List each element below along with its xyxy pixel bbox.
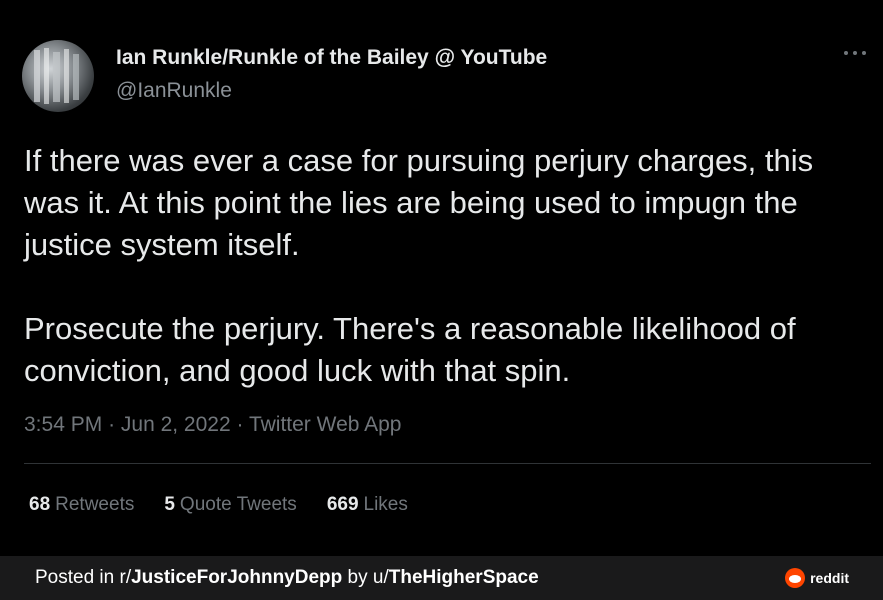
likes-stat[interactable]: 669 Likes: [327, 494, 408, 516]
retweets-count: 68: [29, 494, 51, 515]
posted-in-text: Posted in r/JusticeForJohnnyDepp by u/Th…: [35, 567, 539, 589]
avatar[interactable]: [22, 40, 94, 112]
reddit-brand[interactable]: reddit: [785, 568, 849, 588]
subreddit-link[interactable]: JusticeForJohnnyDepp: [131, 567, 342, 588]
tweet-time[interactable]: 3:54 PM: [24, 413, 102, 436]
tweet-paragraph-2: Prosecute the perjury. There's a reasona…: [24, 311, 796, 388]
user-link[interactable]: TheHigherSpace: [389, 567, 539, 588]
tweet-text: If there was ever a case for pursuing pe…: [24, 140, 864, 392]
quote-tweets-stat[interactable]: 5 Quote Tweets: [164, 494, 296, 516]
dot: [862, 51, 866, 55]
posted-in-prefix: Posted in r/: [35, 567, 132, 588]
tweet-source[interactable]: Twitter Web App: [249, 413, 402, 436]
quotes-label: Quote Tweets: [179, 494, 297, 515]
tweet-paragraph-1: If there was ever a case for pursuing pe…: [24, 143, 814, 262]
display-name[interactable]: Ian Runkle/Runkle of the Bailey @ YouTub…: [116, 46, 547, 70]
divider: [24, 463, 871, 464]
user-handle[interactable]: @IanRunkle: [116, 79, 232, 103]
tweet-meta: 3:54 PM · Jun 2, 2022 · Twitter Web App: [24, 413, 401, 437]
likes-label: Likes: [363, 494, 408, 515]
retweets-stat[interactable]: 68 Retweets: [29, 494, 134, 516]
separator: ·: [236, 413, 249, 436]
separator: ·: [108, 413, 121, 436]
tweet-date[interactable]: Jun 2, 2022: [121, 413, 231, 436]
more-dots-icon[interactable]: [844, 48, 866, 58]
dot: [853, 51, 857, 55]
reddit-logo-icon: [785, 568, 806, 588]
quotes-count: 5: [164, 494, 175, 515]
avatar-image: [34, 48, 79, 104]
by-user-prefix: by u/: [342, 567, 389, 588]
reddit-footer: Posted in r/JusticeForJohnnyDepp by u/Th…: [0, 556, 883, 600]
dot: [844, 51, 848, 55]
reddit-wordmark: reddit: [810, 570, 849, 586]
tweet-card: Ian Runkle/Runkle of the Bailey @ YouTub…: [0, 0, 883, 556]
likes-count: 669: [326, 494, 359, 515]
retweets-label: Retweets: [55, 494, 135, 515]
tweet-stats: 68 Retweets 5 Quote Tweets 669 Likes: [29, 494, 438, 516]
